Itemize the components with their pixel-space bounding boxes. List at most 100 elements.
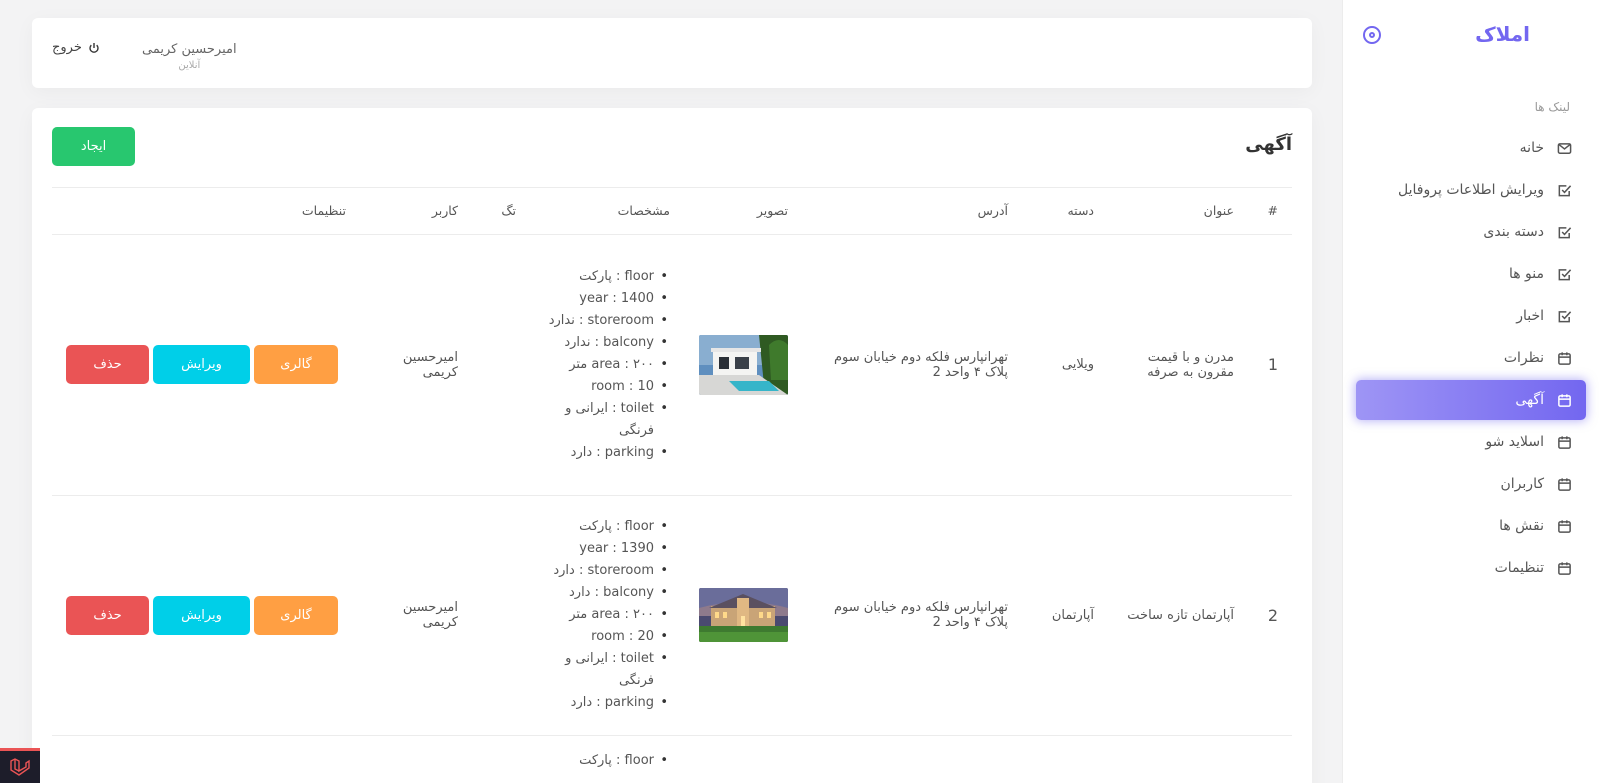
calendar-icon [1556, 350, 1572, 366]
sidebar-item-label: اخبار [1516, 308, 1544, 324]
user-name: امیرحسین کریمی [142, 42, 237, 57]
framework-logo-icon[interactable] [0, 748, 40, 783]
apartment-thumbnail[interactable] [699, 588, 788, 642]
calendar-icon [1556, 476, 1572, 492]
nav-header: لینک ها [1534, 100, 1570, 114]
sidebar-item-comments[interactable]: نظرات [1356, 338, 1586, 378]
row-tag [472, 234, 530, 496]
check-square-icon [1556, 266, 1572, 282]
topbar: خروج امیرحسین کریمی آنلاین [32, 18, 1312, 88]
sidebar-item-label: دسته بندی [1483, 224, 1544, 240]
sidebar-item-label: تنظیمات [1494, 560, 1544, 576]
spec-item: floor : پارکت [544, 516, 668, 538]
sidebar-item-label: نظرات [1503, 350, 1544, 366]
row-num [1248, 735, 1292, 783]
check-square-icon [1556, 182, 1572, 198]
sidebar-item-settings[interactable]: تنظیمات [1356, 548, 1586, 588]
villa-thumbnail[interactable] [699, 334, 788, 395]
gallery-button[interactable]: گالری [254, 595, 338, 635]
delete-button[interactable]: حذف [66, 595, 149, 635]
col-title: عنوان [1108, 188, 1248, 235]
ads-table: # عنوان دسته آدرس تصویر مشخصات تگ کاربر … [52, 188, 1292, 783]
logout-label: خروج [52, 40, 82, 55]
col-user: کاربر [360, 188, 472, 235]
create-button[interactable]: ایجاد [52, 127, 135, 166]
spec-item: year : 1400 [544, 288, 668, 310]
row-tag [472, 735, 530, 783]
row-user: امیرحسین کریمی [360, 495, 472, 736]
calendar-icon [1556, 560, 1572, 576]
row-image-cell [684, 234, 802, 496]
row-address: تهرانپارس فلکه دوم خیابان سوم پلاک ۴ واح… [802, 234, 1022, 496]
spec-item: room : 20 [544, 626, 668, 648]
user-status: آنلاین [178, 60, 201, 71]
row-image-cell [684, 495, 802, 736]
row-specs: floor : پارکت year : 1390 storeroom : دا… [530, 495, 684, 736]
sidebar-item-label: نقش ها [1499, 518, 1544, 534]
spec-item: floor : پارکت [544, 750, 668, 772]
spec-item: balcony : دارد [544, 582, 668, 604]
edit-button[interactable]: ویرایش [153, 345, 250, 384]
row-title: مدرن و با قیمت مقرون به صرفه [1108, 234, 1248, 496]
sidebar-item-news[interactable]: اخبار [1356, 296, 1586, 336]
sidebar-item-roles[interactable]: نقش ها [1356, 506, 1586, 546]
spec-item: year : 1390 [544, 538, 668, 560]
spec-item: storeroom : ندارد [544, 310, 668, 332]
row-specs: floor : پارکت year : 1400 storeroom : ند… [530, 234, 684, 496]
col-settings: تنظیمات [52, 188, 360, 235]
edit-button[interactable]: ویرایش [153, 595, 250, 635]
sidebar-toggle-icon[interactable] [1363, 26, 1381, 44]
col-image: تصویر [684, 188, 802, 235]
sidebar-item-menus[interactable]: منو ها [1356, 254, 1586, 294]
table-row: 2 آپارتمان تازه ساخت آپارتمان تهرانپارس … [52, 495, 1292, 736]
sidebar-item-label: کاربران [1500, 476, 1544, 492]
calendar-icon [1556, 434, 1572, 450]
spec-item: parking : دارد [544, 692, 668, 714]
spec-item: storeroom : دارد [544, 560, 668, 582]
check-square-icon [1556, 224, 1572, 240]
sidebar-item-home[interactable]: خانه [1356, 128, 1586, 168]
sidebar-item-label: ویرایش اطلاعات پروفایل [1398, 182, 1544, 198]
row-num: 1 [1248, 234, 1292, 496]
spec-item: area : ۲۰۰ متر [544, 354, 668, 376]
row-category: ویلایی [1022, 234, 1108, 496]
sidebar-item-label: منو ها [1508, 266, 1544, 282]
page-title: آگهی [1245, 134, 1292, 155]
brand-row: املاک [1343, 0, 1600, 72]
spec-item: parking : دارد [544, 442, 668, 464]
logout-button[interactable]: خروج [52, 40, 100, 55]
col-specs: مشخصات [530, 188, 684, 235]
spec-item: area : ۲۰۰ متر [544, 604, 668, 626]
row-title [1108, 735, 1248, 783]
row-actions: حذف ویرایش گالری [52, 234, 360, 496]
row-actions: حذف ویرایش گالری [52, 495, 360, 736]
sidebar-item-categories[interactable]: دسته بندی [1356, 212, 1586, 252]
sidebar-item-ads[interactable]: آگهی [1356, 380, 1586, 420]
calendar-icon [1556, 518, 1572, 534]
row-tag [472, 495, 530, 736]
row-specs: floor : پارکت [530, 735, 684, 783]
gallery-button[interactable]: گالری [254, 345, 338, 384]
calendar-icon [1556, 392, 1572, 408]
col-address: آدرس [802, 188, 1022, 235]
spec-item: toilet : ایرانی و فرنگی [544, 398, 668, 442]
col-category: دسته [1022, 188, 1108, 235]
row-user [360, 735, 472, 783]
sidebar-item-slideshow[interactable]: اسلاید شو [1356, 422, 1586, 462]
row-category: آپارتمان [1022, 495, 1108, 736]
sidebar-nav: خانه ویرایش اطلاعات پروفایل دسته بندی من… [1356, 128, 1586, 590]
delete-button[interactable]: حذف [66, 345, 149, 384]
row-title: آپارتمان تازه ساخت [1108, 495, 1248, 736]
row-user: امیرحسین کریمی [360, 234, 472, 496]
sidebar: املاک لینک ها خانه ویرایش اطلاعات پروفای… [1342, 0, 1600, 783]
row-address [802, 735, 1022, 783]
table-header-row: # عنوان دسته آدرس تصویر مشخصات تگ کاربر … [52, 188, 1292, 235]
brand-name[interactable]: املاک [1475, 22, 1530, 46]
row-image-cell [684, 735, 802, 783]
sidebar-item-edit-profile[interactable]: ویرایش اطلاعات پروفایل [1356, 170, 1586, 210]
spec-item: toilet : ایرانی و فرنگی [544, 648, 668, 692]
user-info[interactable]: امیرحسین کریمی آنلاین [142, 42, 237, 71]
spec-item: room : 10 [544, 376, 668, 398]
sidebar-item-users[interactable]: کاربران [1356, 464, 1586, 504]
check-square-icon [1556, 308, 1572, 324]
